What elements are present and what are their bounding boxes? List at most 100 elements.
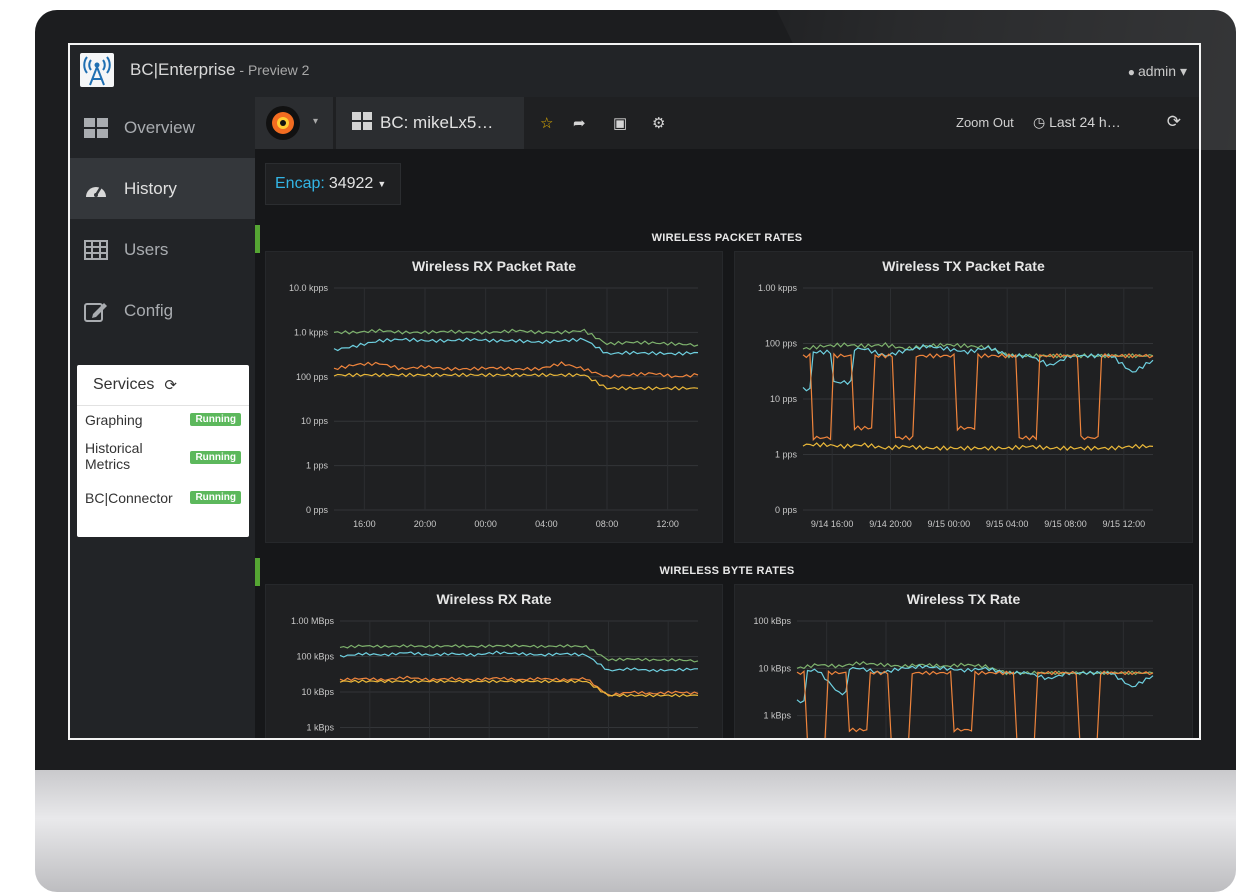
y-tick-label: 1.0 kpps <box>294 327 329 337</box>
chart-tx-packet-rate: 1.00 kpps 100 pps 10 pps 1 pps 0 pps 9/14 16:… <box>758 283 1154 529</box>
app-brand[interactable]: BC|Enterprise - Preview 2 <box>130 60 309 80</box>
y-tick-label: 0 pps <box>775 505 798 515</box>
variable-value: 34922 <box>328 175 374 192</box>
status-badge: Running <box>190 451 241 464</box>
service-row-bc-connector: BC|Connector Running <box>77 484 249 512</box>
x-tick-label: 08:00 <box>596 519 619 529</box>
user-menu[interactable]: ● admin ▾ <box>1128 63 1187 80</box>
sidebar-item-users[interactable]: Users <box>70 219 255 280</box>
y-tick-label: 1 pps <box>306 461 329 471</box>
panel-rx-packet-rate[interactable]: Wireless RX Packet Rate 10.0 kpps 1.0 kpp… <box>265 251 723 543</box>
panel-rx-rate[interactable]: Wireless RX Rate 1.00 MBps 100 kBps 10 kBp… <box>265 584 723 738</box>
sidebar-item-label: Overview <box>124 117 195 137</box>
caret-down-icon: ▾ <box>1179 63 1187 79</box>
series-line <box>333 337 699 356</box>
y-tick-label: 10 kBps <box>758 663 791 673</box>
services-header: Services ⟳ <box>77 365 249 406</box>
services-title: Services <box>93 376 155 393</box>
row-title[interactable]: WIRELESS PACKET RATES <box>255 232 1199 244</box>
y-tick-label: 100 kBps <box>296 652 334 662</box>
y-tick-label: 1 pps <box>775 450 798 460</box>
chart-rx-rate: 1.00 MBps100 kBps10 kBps1 kBps100 Bps <box>291 616 699 738</box>
x-tick-label: 9/14 16:00 <box>811 519 854 529</box>
gear-icon[interactable]: ⚙ <box>652 114 665 132</box>
clock-icon: ◷ <box>1033 114 1046 130</box>
x-tick-label: 04:00 <box>535 519 558 529</box>
series-line <box>333 328 699 347</box>
save-icon[interactable]: ▣ <box>613 114 627 132</box>
x-tick-label: 12:00 <box>656 519 679 529</box>
status-badge: Running <box>190 413 241 426</box>
y-tick-label: 10 kBps <box>301 687 334 697</box>
x-tick-label: 9/14 20:00 <box>869 519 912 529</box>
series-line <box>796 669 1154 738</box>
y-tick-label: 1.00 kpps <box>758 283 798 293</box>
y-tick-label: 1.00 MBps <box>291 616 335 626</box>
y-tick-label: 1 kBps <box>763 711 791 721</box>
dashboard-icon <box>82 179 110 199</box>
refresh-icon[interactable]: ⟳ <box>1167 112 1181 132</box>
panel-tx-rate[interactable]: Wireless TX Rate 100 kBps10 kBps1 kBps10… <box>734 584 1193 738</box>
series-line <box>802 352 1154 442</box>
status-badge: Running <box>190 491 241 504</box>
monitor-chin <box>35 770 1236 892</box>
service-name: Graphing <box>85 412 143 428</box>
y-tick-label: 10.0 kpps <box>289 283 329 293</box>
y-tick-label: 10 pps <box>770 394 798 404</box>
x-tick-label: 9/15 08:00 <box>1044 519 1087 529</box>
x-tick-label: 9/15 04:00 <box>986 519 1029 529</box>
brand-name: BC|Enterprise <box>130 60 236 79</box>
dashboard-toolbar: ▾ BC: mikeLx5… ☆ ➦ ▣ ⚙ Zoom Out ◷ Last 2… <box>255 97 1199 149</box>
user-name: admin <box>1137 63 1177 79</box>
series-line <box>333 372 699 391</box>
y-tick-label: 100 pps <box>765 339 798 349</box>
dashboard-picker[interactable]: BC: mikeLx5… <box>336 97 524 149</box>
service-row-historical-metrics: Historical Metrics <box>77 434 173 484</box>
time-range-label: Last 24 h… <box>1049 114 1121 130</box>
app-logo-icon <box>80 53 114 87</box>
refresh-icon[interactable]: ⟳ <box>164 376 177 394</box>
brand-suffix: - Preview 2 <box>235 62 310 78</box>
sidebar-item-label: Config <box>124 300 174 320</box>
y-tick-label: 0 pps <box>306 505 329 515</box>
row-title[interactable]: WIRELESS BYTE RATES <box>255 565 1199 577</box>
sidebar-item-config[interactable]: Config <box>70 280 255 341</box>
x-tick-label: 00:00 <box>474 519 497 529</box>
service-name: Historical Metrics <box>85 440 143 472</box>
x-tick-label: 9/15 12:00 <box>1103 519 1146 529</box>
service-row-graphing: Graphing Running <box>77 406 249 434</box>
x-tick-label: 16:00 <box>353 519 376 529</box>
template-variable-encap[interactable]: Encap: 34922 ▼ <box>265 163 401 205</box>
series-line <box>339 675 699 697</box>
panel-tx-packet-rate[interactable]: Wireless TX Packet Rate 1.00 kpps 100 pps… <box>734 251 1193 543</box>
grafana-menu-button[interactable]: ▾ <box>255 97 333 149</box>
app-window: BC|Enterprise - Preview 2 ● admin ▾ Overv… <box>68 43 1201 740</box>
share-icon[interactable]: ➦ <box>573 114 586 132</box>
y-tick-label: 100 kBps <box>753 616 791 626</box>
y-tick-label: 100 pps <box>296 372 329 382</box>
caret-down-icon: ▾ <box>313 116 319 127</box>
series-line <box>802 442 1154 451</box>
dashboard-grid-icon <box>352 111 372 135</box>
sidebar-item-overview[interactable]: Overview <box>70 97 255 158</box>
dashboard-main: ▾ BC: mikeLx5… ☆ ➦ ▣ ⚙ Zoom Out ◷ Last 2… <box>255 97 1199 738</box>
zoom-out-button[interactable]: Zoom Out <box>956 115 1014 130</box>
series-line <box>339 650 698 673</box>
y-tick-label: 1 kBps <box>306 723 334 733</box>
chart-rx-packet-rate: 10.0 kpps 1.0 kpps 100 pps 10 pps 1 pps 0 pps… <box>289 283 699 529</box>
variable-label: Encap: <box>275 175 325 192</box>
sidebar: Overview History Users Config Services ⟳ <box>70 97 255 738</box>
y-tick-label: 10 pps <box>301 416 329 426</box>
chart-tx-rate: 100 kBps10 kBps1 kBps100 Bps <box>753 616 1154 738</box>
services-panel: Services ⟳ Graphing Running Historical M… <box>77 365 249 537</box>
sidebar-item-label: History <box>124 178 177 198</box>
service-name: BC|Connector <box>85 490 173 506</box>
sidebar-item-history[interactable]: History <box>70 158 255 219</box>
star-icon[interactable]: ☆ <box>540 114 553 132</box>
x-tick-label: 9/15 00:00 <box>928 519 971 529</box>
time-range-picker[interactable]: ◷ Last 24 h… <box>1033 114 1121 131</box>
x-tick-label: 20:00 <box>414 519 437 529</box>
table-icon <box>82 239 110 260</box>
top-bar: BC|Enterprise - Preview 2 ● admin ▾ <box>70 45 1199 98</box>
caret-down-icon: ▼ <box>377 179 387 189</box>
